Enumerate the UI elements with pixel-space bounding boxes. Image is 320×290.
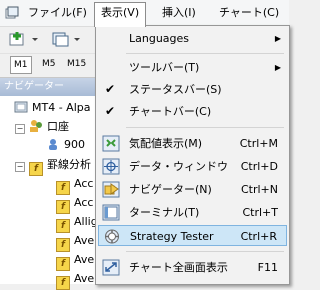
checkmark-icon: ✔: [105, 104, 116, 118]
tree-item-label: Acc: [74, 196, 94, 209]
tree-indicator-item[interactable]: f Allig: [56, 213, 98, 233]
tree-root-label: MT4 - Alpa: [32, 101, 91, 114]
menu-item-languages[interactable]: Languages ▶: [98, 28, 287, 49]
menu-item-status-bar[interactable]: ✔ ステータスバー(S): [98, 79, 287, 100]
menu-item-label: Strategy Tester: [130, 230, 214, 243]
tree-item-label: Ave: [74, 234, 95, 247]
menu-item-shortcut: F11: [257, 261, 278, 274]
user-icon: [49, 139, 57, 150]
menu-item-fullscreen[interactable]: チャート全画面表示 F11: [98, 257, 287, 278]
view-menu-dropdown: Languages ▶ ツールバー(T) ▶ ✔ ステータスバー(S) ✔ チャ…: [95, 25, 290, 285]
tree-account-item[interactable]: 900: [46, 136, 85, 154]
indicator-icon: f: [56, 181, 70, 195]
navigator-icon: [102, 181, 120, 198]
checkmark-icon: ✔: [105, 82, 116, 96]
menu-item-label: ツールバー(T): [129, 61, 200, 74]
fullscreen-icon: [102, 259, 120, 276]
strategy-tester-icon: [105, 229, 119, 244]
tree-root[interactable]: MT4 - Alpa: [14, 99, 90, 117]
menu-item-shortcut: Ctrl+T: [242, 206, 278, 219]
menu-item-label: ステータスバー(S): [129, 83, 222, 96]
menu-separator: [126, 127, 284, 128]
indicator-icon: f: [56, 219, 70, 233]
tree-item-label: Ave: [74, 272, 95, 285]
menu-separator: [126, 53, 284, 54]
tree-item-label: Ave: [74, 253, 95, 266]
indicator-icon: f: [56, 238, 70, 252]
crosshair-icon: [102, 158, 120, 175]
market-watch-icon: [102, 135, 120, 152]
tree-indicator-item[interactable]: f Ave: [56, 251, 95, 271]
menu-item-strategy-tester[interactable]: Strategy Tester Ctrl+R: [98, 225, 287, 246]
menu-separator: [126, 251, 284, 252]
menu-item-shortcut: Ctrl+N: [240, 183, 278, 196]
terminal-root-icon: [14, 101, 28, 113]
menu-item-terminal[interactable]: ターミナル(T) Ctrl+T: [98, 202, 287, 223]
collapse-accounts[interactable]: −: [15, 124, 25, 134]
menu-insert[interactable]: 挿入(I): [156, 3, 202, 23]
menu-item-shortcut: Ctrl+M: [239, 137, 278, 150]
tree-indicators[interactable]: f 罫線分析: [29, 156, 91, 176]
menu-item-label: 気配値表示(M): [129, 137, 203, 150]
tree-accounts[interactable]: 口座: [29, 118, 69, 136]
profiles-icon[interactable]: [50, 30, 84, 48]
timeframe-m1[interactable]: M1: [10, 56, 32, 74]
timeframe-m5[interactable]: M5: [39, 56, 59, 72]
collapse-indicators[interactable]: −: [15, 162, 25, 172]
indicator-icon: f: [56, 257, 70, 271]
tree-indicator-item[interactable]: f Ave: [56, 232, 95, 252]
menu-item-label: Languages: [129, 32, 190, 45]
menu-item-label: チャート全画面表示: [129, 261, 228, 274]
menu-item-label: チャートバー(C): [129, 105, 212, 118]
tree-indicator-item[interactable]: f Acc: [56, 175, 94, 195]
menu-item-market-watch[interactable]: 気配値表示(M) Ctrl+M: [98, 133, 287, 154]
tree-indicators-label: 罫線分析: [47, 158, 91, 171]
indicator-icon: f: [56, 200, 70, 214]
menu-file[interactable]: ファイル(F): [22, 3, 93, 23]
menu-item-navigator[interactable]: ナビゲーター(N) Ctrl+N: [98, 179, 287, 200]
indicator-icon: f: [56, 276, 70, 290]
accounts-icon: [30, 120, 42, 132]
menu-item-toolbars[interactable]: ツールバー(T) ▶: [98, 57, 287, 78]
tree-indicator-item[interactable]: f Ave: [56, 270, 95, 290]
menu-item-label: ターミナル(T): [129, 206, 200, 219]
tree-indicator-item[interactable]: f Acc: [56, 194, 94, 214]
tree-accounts-label: 口座: [47, 120, 69, 133]
menu-item-shortcut: Ctrl+R: [240, 230, 277, 243]
tree-account-number: 900: [64, 138, 85, 151]
menu-bar: ファイル(F) 表示(V) 挿入(I) チャート(C): [0, 0, 289, 27]
menu-item-label: ナビゲーター(N): [129, 183, 212, 196]
indicators-folder-icon: f: [29, 162, 43, 176]
terminal-icon: [102, 204, 120, 221]
menu-item-shortcut: Ctrl+D: [240, 160, 278, 173]
timeframe-m15[interactable]: M15: [64, 56, 89, 72]
menu-item-data-window[interactable]: データ・ウィンドウ Ctrl+D: [98, 156, 287, 177]
submenu-arrow-icon: ▶: [274, 63, 281, 72]
menu-view[interactable]: 表示(V): [94, 2, 147, 27]
submenu-arrow-icon: ▶: [274, 34, 281, 43]
new-chart-icon[interactable]: [8, 30, 42, 48]
menu-chart[interactable]: チャート(C): [213, 3, 285, 23]
app-icon: [5, 6, 19, 19]
tree-item-label: Acc: [74, 177, 94, 190]
menu-item-label: データ・ウィンドウ: [129, 160, 228, 173]
menu-item-chart-bar[interactable]: ✔ チャートバー(C): [98, 101, 287, 122]
